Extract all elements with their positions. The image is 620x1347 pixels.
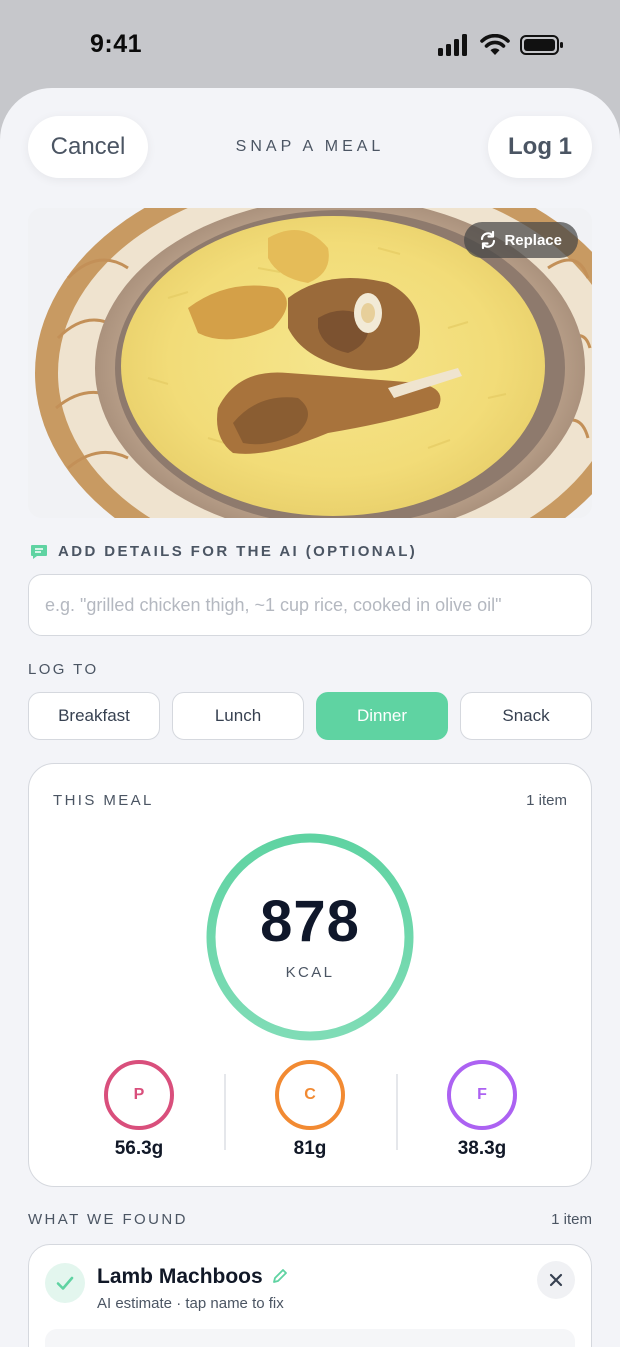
- protein-badge: P: [104, 1060, 174, 1130]
- replace-label: Replace: [504, 231, 562, 249]
- this-meal-title: THIS MEAL: [53, 792, 154, 809]
- meal-tab-dinner[interactable]: Dinner: [316, 692, 448, 740]
- battery-icon: [520, 35, 563, 55]
- replace-photo-button[interactable]: Replace: [464, 222, 578, 258]
- this-meal-count: 1 item: [526, 792, 567, 809]
- carbs-value: 81g: [293, 1138, 327, 1159]
- macro-protein: P 56.3g: [94, 1060, 184, 1160]
- protein-value: 56.3g: [114, 1138, 164, 1159]
- what-we-found-label: WHAT WE FOUND: [28, 1211, 188, 1228]
- status-icons: [438, 34, 564, 56]
- ai-details-label: ADD DETAILS FOR THE AI (OPTIONAL): [58, 543, 418, 560]
- wifi-icon: [480, 34, 510, 55]
- meal-photo: Replace: [28, 208, 592, 518]
- log-to-label: LOG TO: [28, 661, 99, 678]
- food-item-name[interactable]: Lamb Machboos: [97, 1265, 263, 1289]
- calorie-value: 878: [260, 889, 360, 954]
- status-time: 9:41: [90, 30, 143, 58]
- refresh-icon: [481, 230, 496, 250]
- check-icon: [45, 1263, 85, 1303]
- macro-divider: [224, 1074, 226, 1150]
- this-meal-card: THIS MEAL 1 item 878 KCAL P 56.3g C 81g …: [28, 763, 592, 1187]
- what-we-found-count: 1 item: [551, 1211, 592, 1228]
- found-item-card: Lamb Machboos AI estimate · tap name to …: [28, 1244, 592, 1347]
- meal-tab-snack[interactable]: Snack: [460, 692, 592, 740]
- fat-value: 38.3g: [457, 1138, 507, 1159]
- meal-tab-breakfast[interactable]: Breakfast: [28, 692, 160, 740]
- carbs-badge: C: [275, 1060, 345, 1130]
- fat-badge: F: [447, 1060, 517, 1130]
- calorie-unit: KCAL: [285, 964, 335, 981]
- pencil-icon[interactable]: [271, 1267, 289, 1285]
- status-bar: 9:41: [0, 0, 620, 90]
- cellular-signal-icon: [438, 34, 467, 56]
- macro-fat: F 38.3g: [437, 1060, 527, 1160]
- ai-details-input[interactable]: [28, 574, 592, 636]
- food-item-details: [45, 1329, 575, 1347]
- snap-meal-sheet: Cancel SNAP A MEAL Log 1 Replace ADD DET…: [0, 88, 620, 1347]
- chat-bubble-icon: [31, 545, 47, 559]
- food-item-subtitle: AI estimate · tap name to fix: [97, 1295, 284, 1312]
- log-button[interactable]: Log 1: [488, 116, 592, 178]
- close-icon: [549, 1273, 563, 1287]
- remove-item-button[interactable]: [537, 1261, 575, 1299]
- macro-carbs: C 81g: [265, 1060, 355, 1160]
- meal-type-selector: Breakfast Lunch Dinner Snack: [28, 692, 592, 740]
- meal-tab-lunch[interactable]: Lunch: [172, 692, 304, 740]
- macro-divider: [396, 1074, 398, 1150]
